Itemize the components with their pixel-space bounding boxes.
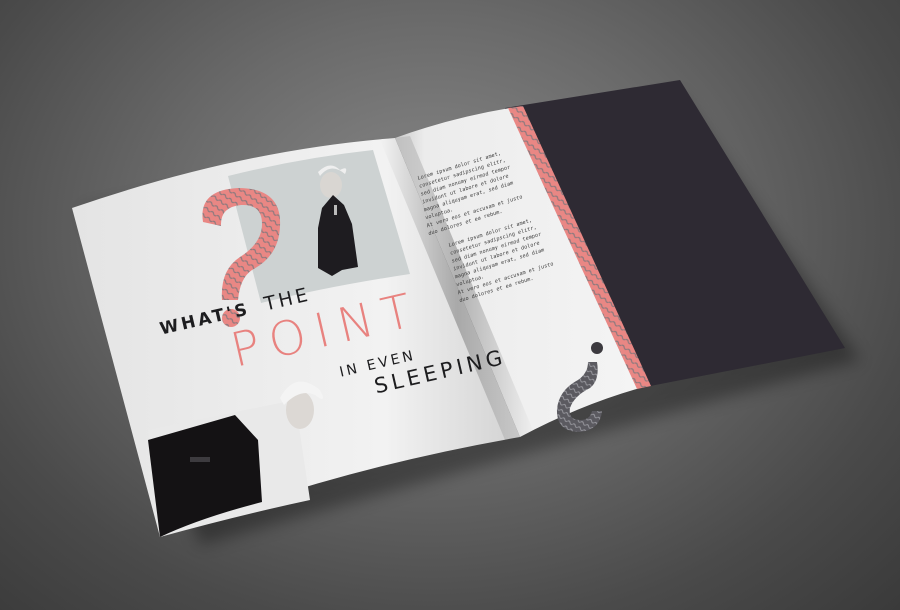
- magazine-mockup-scene: [72, 80, 860, 545]
